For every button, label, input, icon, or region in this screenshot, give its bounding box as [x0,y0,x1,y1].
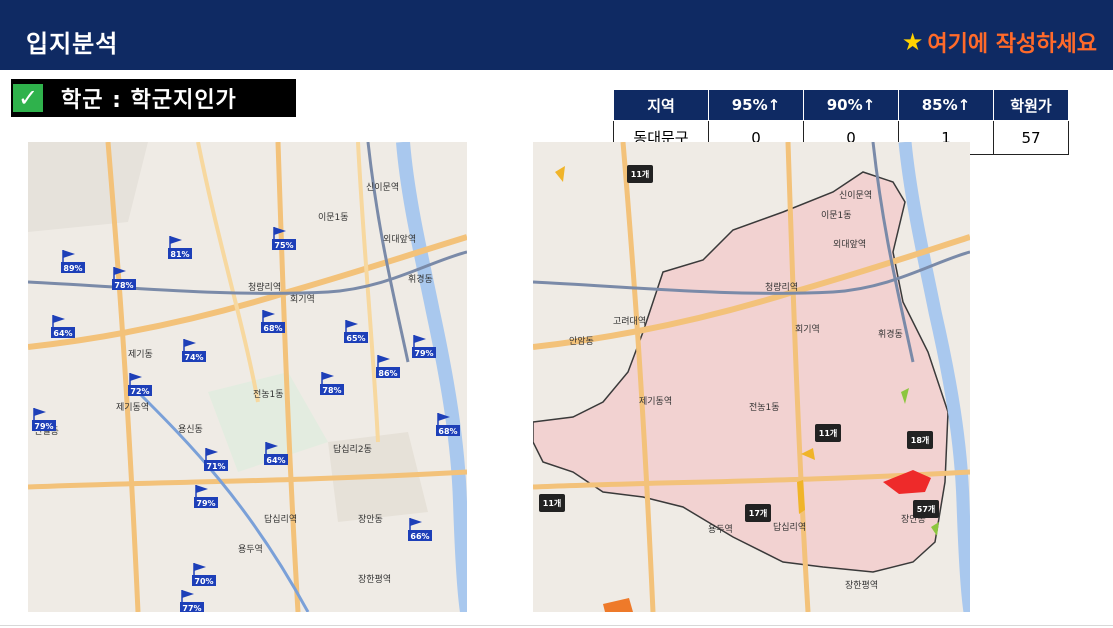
school-flag-label: 81% [170,250,189,259]
place-label: 휘경동 [408,273,433,285]
school-flag-label: 86% [378,369,397,378]
school-flag-label: 89% [63,264,82,273]
place-label: 고려대역 [613,316,646,327]
table-header-cell: 85%↑ [898,89,994,121]
section-label: 학군 : 학군지인가 [61,88,237,113]
section-heading: ✓ 학군 : 학군지인가 [11,79,296,117]
table-header-cell: 학원가 [993,89,1069,121]
header-bar: 입지분석 ★ 여기에 작성하세요 [0,0,1113,70]
academy-count-badge[interactable]: 11개 [539,494,565,512]
school-flag-label: 74% [184,353,203,362]
academy-count-badge[interactable]: 18개 [907,431,933,449]
academy-count-label: 11개 [819,428,838,438]
table-header-row: 지역 95%↑ 90%↑ 85%↑ 학원가 [613,89,1069,121]
place-label: 제기동 [128,349,153,360]
place-label: 외대앞역 [383,233,416,245]
place-label: 안암동 [569,335,594,347]
school-flag-label: 64% [266,456,285,465]
place-label: 회기역 [290,294,315,305]
table-cell: 57 [993,120,1069,155]
place-label: 용두역 [708,524,733,535]
place-label: 이문1동 [318,212,349,223]
write-here-text: 여기에 작성하세요 [927,32,1097,57]
academy-count-badge[interactable]: 11개 [815,424,841,442]
table-header-cell: 지역 [613,89,709,121]
school-flag-label: 75% [274,241,293,250]
place-label: 청량리역 [248,281,281,293]
school-flag-label: 78% [322,386,341,395]
school-flag-label: 71% [206,462,225,471]
check-icon: ✓ [13,84,43,112]
footer-divider [0,625,1113,626]
academy-count-badge[interactable]: 17개 [745,504,771,522]
place-label: 답십리2동 [333,443,372,455]
place-label: 답십리역 [264,513,297,525]
place-label: 이문1동 [821,210,852,221]
school-map[interactable]: 청량리역회기역 외대앞역 신이문역이문1동전농1동답십리2동답십리역용두역 제기동역용… [28,142,467,612]
school-flag-label: 77% [182,604,201,612]
place-label: 답십리역 [773,521,806,533]
school-flag-label: 65% [346,334,365,343]
place-label: 신이문역 [839,190,872,201]
write-here-note: ★ 여기에 작성하세요 [902,26,1097,58]
academy-count-badge[interactable]: 11개 [627,165,653,183]
school-flag-label: 79% [34,422,53,431]
academy-count-label: 18개 [911,435,930,445]
place-label: 제기동역 [116,402,149,413]
school-flag-label: 66% [410,532,429,541]
school-flag-label: 79% [414,349,433,358]
place-label: 장한평역 [845,580,878,591]
academy-count-label: 17개 [749,508,768,518]
place-label: 제기동역 [639,396,672,407]
star-icon: ★ [901,28,924,56]
place-label: 회기역 [795,324,820,335]
place-label: 장안동 [358,514,383,525]
table-header-cell: 90%↑ [803,89,899,121]
page-title: 입지분석 [26,30,119,58]
school-flag-label: 70% [194,577,213,586]
table-header-cell: 95%↑ [708,89,804,121]
school-flag-label: 72% [130,387,149,396]
academy-map[interactable]: 청량리역 회기역 외대앞역 신이문역 이문1동 전농1동 답십리역 용두역 제기동역 장안동 장한평… [533,142,970,612]
academy-map-canvas: 청량리역회기역외대앞역신이문역이문1동전농1동답십리역용두역제기동역장안동장한평… [533,142,970,612]
place-label: 청량리역 [765,281,798,293]
school-flag-label: 78% [114,281,133,290]
school-flag-label: 79% [196,499,215,508]
place-label: 휘경동 [878,328,903,340]
place-label: 전농1동 [749,402,780,413]
place-label: 용신동 [178,424,203,435]
school-map-canvas: 청량리역회기역 외대앞역 신이문역이문1동전농1동답십리2동답십리역용두역 제기동역용… [28,142,467,612]
place-label: 장한평역 [358,574,391,585]
school-flag-label: 68% [438,427,457,436]
academy-count-label: 57개 [917,504,936,514]
place-label: 신이문역 [366,182,399,193]
school-flag-label: 68% [263,324,282,333]
place-label: 용두역 [238,544,263,555]
academy-count-label: 11개 [631,169,650,179]
place-label: 전농1동 [253,389,284,400]
place-label: 외대앞역 [833,238,866,250]
academy-count-label: 11개 [543,498,562,508]
academy-count-badge[interactable]: 57개 [913,500,939,518]
school-flag-label: 64% [53,329,72,338]
